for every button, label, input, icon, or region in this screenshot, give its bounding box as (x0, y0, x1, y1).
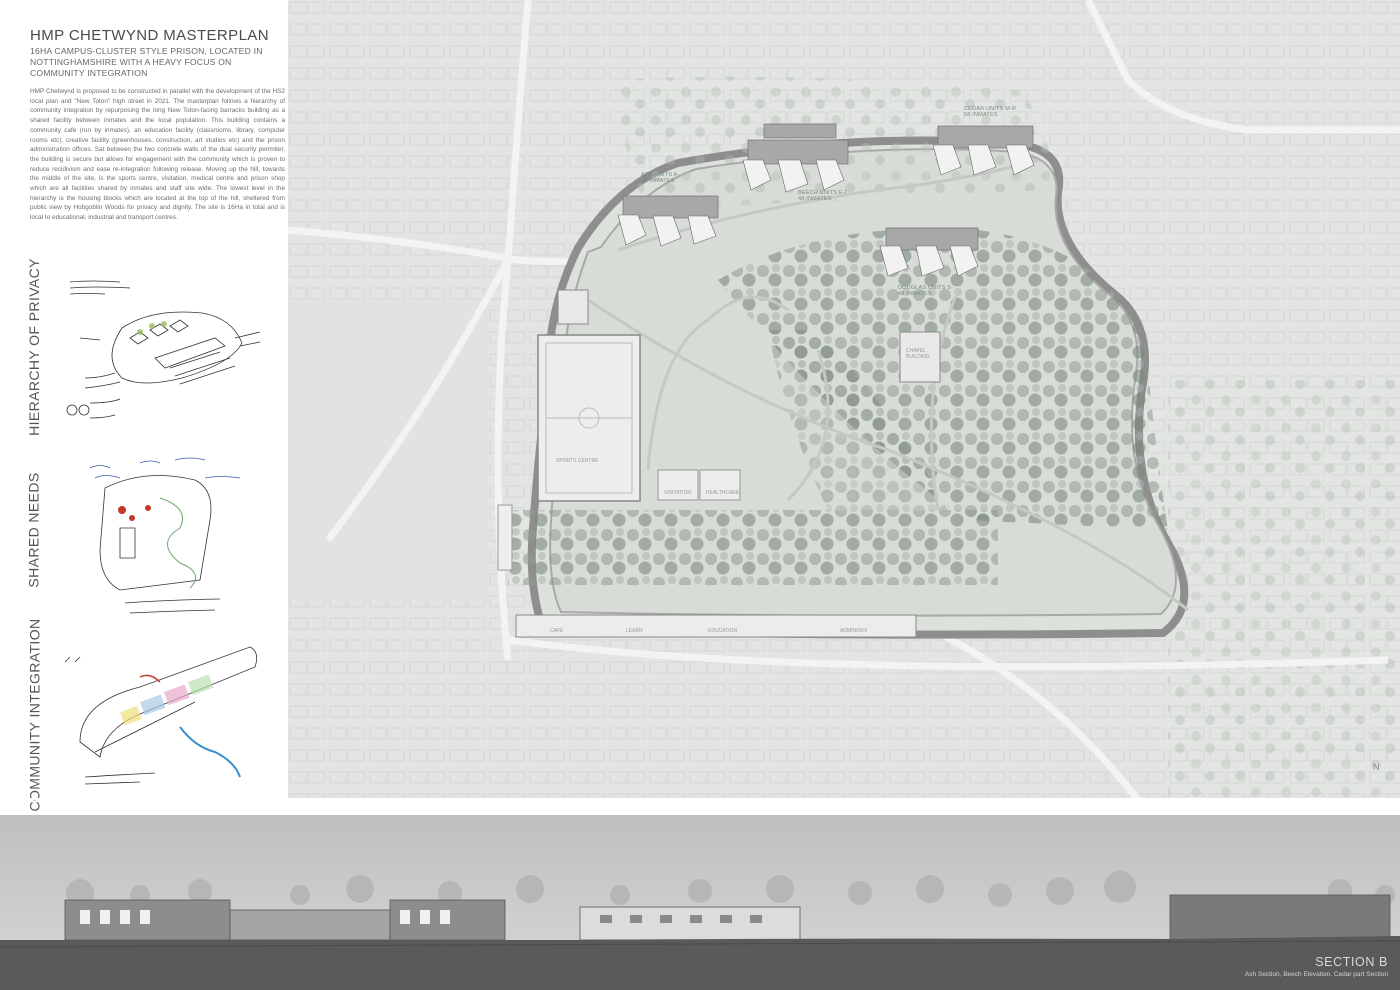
masterplan-drawing: N (288, 0, 1400, 798)
section-drawing (0, 815, 1400, 990)
privacy-sketch (66, 280, 261, 419)
admin-label: ADMIN/OFF (840, 628, 868, 634)
divider (0, 798, 1400, 800)
cedar-units-label: CEDAR UNITS M-R 58 INMATES (964, 106, 1017, 118)
site-masterplan: N ASH UNITS A- 48 INMATES BEECH UNITS E-… (288, 0, 1400, 798)
svg-text:N: N (1373, 762, 1380, 772)
section-elevation (0, 815, 1400, 990)
info-panel: HMP CHETWYND MASTERPLAN 16Ha CAMPUS-CLUS… (0, 0, 288, 812)
shared-needs-sketch (89, 457, 241, 614)
ash-units-label: ASH UNITS A- 48 INMATES (641, 172, 680, 184)
visitation-label: VISITATION (664, 490, 692, 496)
douglas-units-label: DOUGLAS UNITS S- 48 INMATES (898, 285, 954, 297)
community-integration-label: COMMUNITY INTEGRATION (26, 618, 42, 812)
hierarchy-of-privacy-label: HIERARCHY OF PRIVACY (26, 258, 43, 436)
cafe-label: CAFE (550, 628, 564, 634)
education-label: EDUCATION (708, 628, 738, 634)
beech-units-label: BEECH UNITS E-I 48 INMATES (798, 190, 847, 202)
section-title: SECTION B (1315, 955, 1388, 969)
learn-label: LEARN (626, 628, 643, 634)
community-sketch (64, 646, 258, 785)
page-subtitle: 16Ha CAMPUS-CLUSTER STYLE PRISON, LOCATE… (30, 46, 263, 78)
healthcare-label: HEALTHCARE (706, 490, 740, 496)
page-title: HMP CHETWYND MASTERPLAN (30, 27, 269, 44)
description-text: HMP Chetwynd is proposed to be construct… (30, 88, 285, 222)
shared-needs-label: SHARED NEEDS (26, 472, 42, 588)
section-subtitle: Ash Section, Beech Elevation, Cedar part… (1244, 971, 1388, 978)
sports-centre-label: SPORTS CENTRE (556, 458, 599, 464)
chapel-label: CHAPEL BUILDING (906, 348, 930, 360)
